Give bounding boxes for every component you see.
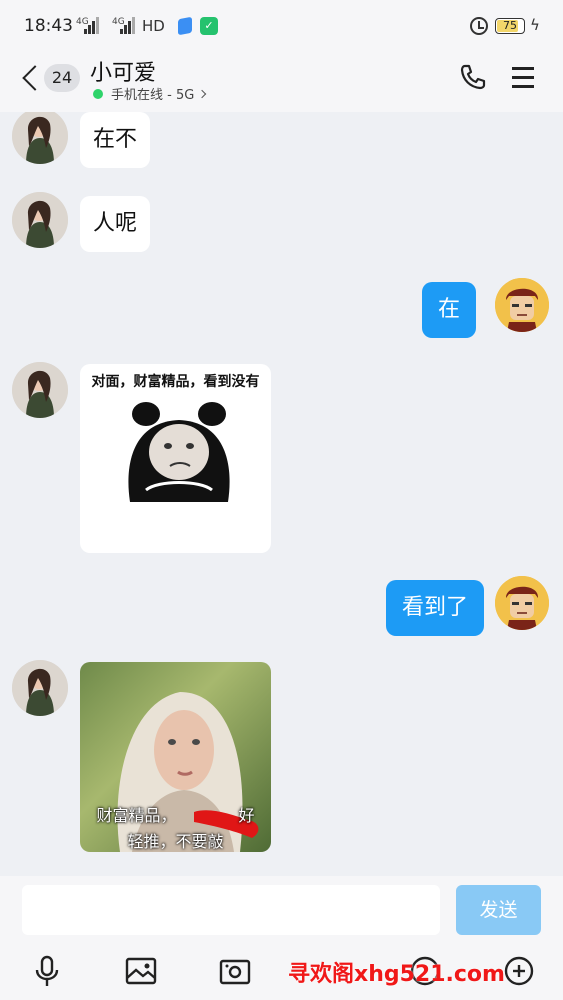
charging-icon: ϟ (530, 16, 540, 34)
camera-button[interactable] (218, 954, 252, 988)
avatar-image (495, 576, 549, 630)
my-avatar[interactable] (495, 278, 549, 332)
app-notification-icon (178, 16, 192, 36)
chevron-right-icon (198, 89, 207, 98)
my-avatar[interactable] (495, 576, 549, 630)
contact-avatar[interactable] (12, 362, 68, 418)
phone-icon (460, 64, 486, 90)
contact-name[interactable]: 小可爱 (90, 55, 156, 87)
signal-icon (120, 16, 136, 34)
sticker-message[interactable]: 对面，财富精品，看到没有 (80, 364, 271, 553)
signal-icon (84, 16, 100, 34)
online-status[interactable]: 手机在线 - 5G (93, 84, 207, 103)
image-message[interactable]: 财富精品， 好 轻推，不要敲 (80, 662, 271, 852)
message-bubble-outgoing[interactable]: 在 (422, 282, 477, 338)
contact-avatar[interactable] (12, 660, 68, 716)
avatar-image (12, 660, 68, 716)
more-icon (504, 956, 534, 986)
online-dot-icon (93, 88, 103, 99)
message-input[interactable] (22, 885, 440, 935)
message-list[interactable]: 在不 人呢 在 对面，财富精品，看到没有 看到了 财富精品， 好 轻推，不要敲 (0, 112, 563, 876)
avatar-image (12, 192, 68, 248)
microphone-button[interactable] (30, 954, 64, 988)
contact-avatar[interactable] (12, 192, 68, 248)
status-time: 18:43 (24, 16, 73, 36)
send-button[interactable]: 发送 (456, 885, 541, 935)
camera-icon (219, 959, 251, 985)
avatar-image (495, 278, 549, 332)
unread-count-badge: 24 (44, 64, 80, 92)
watermark-text: 寻欢阁xhg521.com (288, 962, 505, 987)
image-icon (125, 957, 157, 985)
sticker-caption: 对面，财富精品，看到没有 (91, 374, 260, 390)
call-button[interactable] (458, 62, 488, 92)
panda-meme-image (128, 402, 230, 502)
back-button[interactable]: 24 (16, 60, 80, 96)
caption-text: 财富精品， (96, 806, 177, 825)
status-bar: 18:43 4G 4G HD ✓ 75 ϟ (0, 0, 563, 52)
microphone-icon (35, 955, 59, 986)
alarm-icon (470, 17, 488, 35)
hd-indicator: HD (142, 17, 165, 35)
contact-avatar[interactable] (12, 112, 68, 164)
battery-level: 75 (503, 19, 517, 32)
message-bubble-incoming[interactable]: 人呢 (80, 196, 151, 252)
more-button[interactable] (502, 954, 536, 988)
chat-header: 24 小可爱 手机在线 - 5G (0, 52, 563, 112)
avatar-image (12, 112, 68, 164)
photo-caption-line1: 财富精品， 好 (80, 802, 271, 826)
message-bubble-outgoing[interactable]: 看到了 (386, 580, 485, 636)
photo-caption-line2: 轻推，不要敲 (127, 832, 224, 851)
online-status-text: 手机在线 - 5G (111, 88, 195, 103)
app-notification-icon: ✓ (200, 17, 218, 35)
image-button[interactable] (124, 954, 158, 988)
battery-icon: 75 (495, 18, 525, 34)
avatar-image (12, 362, 68, 418)
chat-menu-button[interactable] (510, 65, 536, 89)
message-bubble-incoming[interactable]: 在不 (80, 112, 151, 168)
caption-text-end: 好 (238, 806, 255, 825)
